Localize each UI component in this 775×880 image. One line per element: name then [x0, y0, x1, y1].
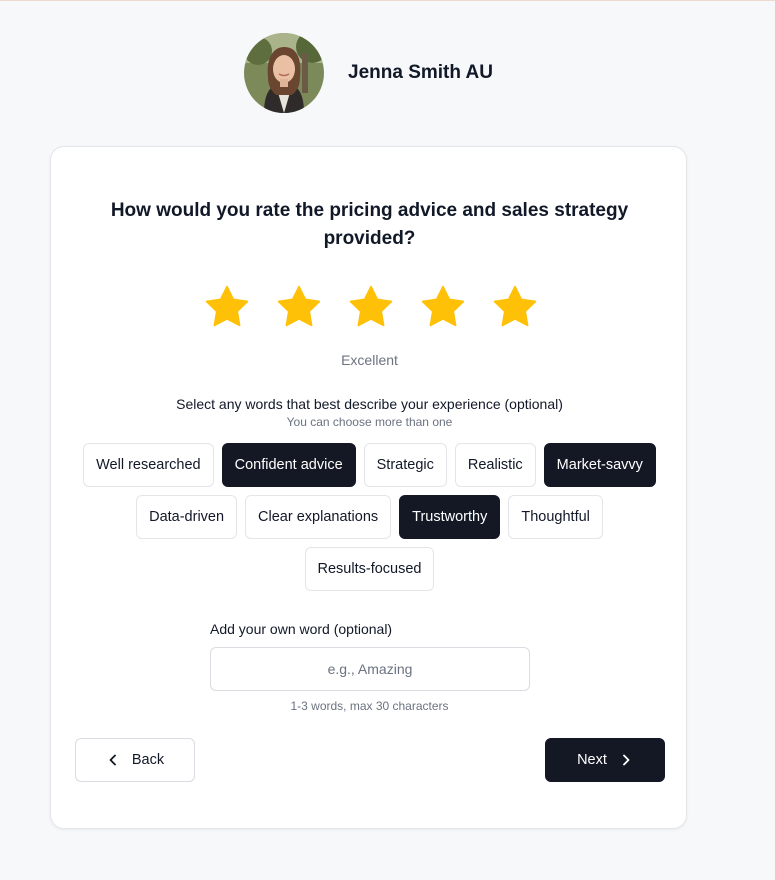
back-button[interactable]: Back: [75, 738, 195, 782]
word-chip[interactable]: Strategic: [363, 443, 447, 487]
word-chip[interactable]: Well researched: [83, 443, 214, 487]
chevron-right-icon: [619, 753, 633, 767]
star-icon[interactable]: [273, 281, 325, 333]
own-word-input[interactable]: [210, 647, 530, 691]
word-chip[interactable]: Market-savvy: [543, 443, 656, 487]
words-heading: Select any words that best describe your…: [176, 396, 563, 412]
avatar: [244, 33, 324, 113]
word-chip[interactable]: Thoughtful: [508, 495, 603, 539]
word-chip[interactable]: Results-focused: [304, 547, 435, 591]
rating-label: Excellent: [341, 352, 398, 368]
feedback-card: How would you rate the pricing advice an…: [50, 146, 687, 829]
profile-header: Jenna Smith AU: [244, 33, 493, 113]
profile-name: Jenna Smith AU: [348, 62, 493, 83]
question-title: How would you rate the pricing advice an…: [110, 200, 629, 249]
star-icon[interactable]: [489, 281, 541, 333]
word-chip-group: Well researched Confident advice Strategic…: [71, 443, 668, 591]
avatar-photo: [244, 33, 324, 113]
own-word-hint: 1-3 words, max 30 characters: [290, 699, 449, 713]
back-button-label: Back: [131, 752, 165, 768]
own-word-label: Add your own word (optional): [210, 621, 393, 637]
word-chip[interactable]: Trustworthy: [399, 495, 501, 539]
word-chip[interactable]: Confident advice: [221, 443, 356, 487]
star-icon[interactable]: [345, 281, 397, 333]
word-chip[interactable]: Realistic: [454, 443, 536, 487]
star-icon[interactable]: [417, 281, 469, 333]
chevron-left-icon: [106, 753, 120, 767]
top-divider: [0, 0, 775, 1]
next-button[interactable]: Next: [545, 738, 665, 782]
words-subheading: You can choose more than one: [286, 415, 453, 429]
word-chip[interactable]: Data-driven: [136, 495, 238, 539]
next-button-label: Next: [577, 752, 607, 768]
word-chip[interactable]: Clear explanations: [245, 495, 392, 539]
star-icon[interactable]: [201, 281, 253, 333]
star-rating: [201, 281, 541, 333]
